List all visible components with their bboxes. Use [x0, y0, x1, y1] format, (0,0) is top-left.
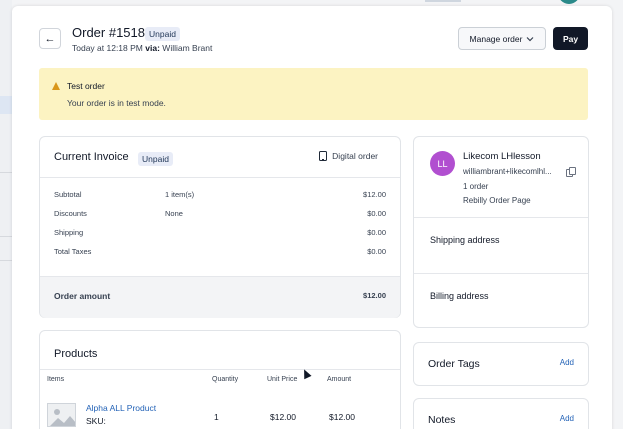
alert-title: Test order: [67, 81, 105, 91]
column-header: Amount: [327, 376, 352, 383]
rail-divider: [0, 172, 12, 173]
invoice-row-label: Discounts: [54, 209, 87, 218]
product-amount: $12.00: [329, 412, 355, 422]
invoice-row-value: $0.00: [367, 247, 386, 256]
manage-order-label: Manage order: [469, 33, 523, 44]
invoice-title: Current Invoice: [54, 151, 129, 163]
customer-order-count: 1 order: [463, 182, 489, 191]
divider: [414, 217, 588, 218]
order-tags-card: Order Tags Add: [413, 342, 589, 386]
tablet-icon: [319, 151, 328, 161]
invoice-status-badge: Unpaid: [138, 152, 173, 166]
order-amount-row: Order amount $12.00: [40, 276, 400, 318]
left-rail: [0, 0, 12, 429]
alert-text: Your order is in test mode.: [67, 98, 166, 108]
rail-divider: [0, 236, 12, 237]
divider: [414, 273, 588, 274]
order-tags-title: Order Tags: [428, 358, 480, 370]
copy-icon[interactable]: [566, 167, 576, 177]
invoice-row: Shipping $0.00: [54, 228, 386, 240]
chevron-down-icon: [527, 36, 534, 41]
notes-title: Notes: [428, 414, 456, 426]
column-header: Unit Price: [267, 376, 298, 383]
order-agent: William Brant: [162, 43, 213, 53]
customer-source: Rebilly Order Page: [463, 196, 531, 205]
invoice-row: Total Taxes $0.00: [54, 247, 386, 259]
product-unit-price: $12.00: [270, 412, 296, 422]
customer-card: LL Likecom LHlesson williambrant+likecom…: [413, 136, 589, 328]
invoice-row: Subtotal 1 item(s) $12.00: [54, 190, 386, 202]
invoice-row-detail: 1 item(s): [165, 190, 195, 199]
customer-name[interactable]: Likecom LHlesson: [463, 151, 541, 162]
image-placeholder-icon: [47, 403, 76, 427]
order-via-label: via:: [145, 43, 160, 53]
top-bar-stub: [425, 0, 461, 2]
pay-button[interactable]: Pay: [553, 27, 588, 50]
rail-divider: [0, 260, 12, 261]
divider: [40, 177, 400, 178]
invoice-row-label: Subtotal: [54, 190, 82, 199]
add-note-link[interactable]: Add: [560, 414, 574, 423]
invoice-row-value: $0.00: [367, 209, 386, 218]
invoice-row-label: Total Taxes: [54, 247, 92, 256]
notes-card: Notes Add: [413, 398, 589, 429]
invoice-row-value: $12.00: [363, 190, 386, 199]
customer-email: williambrant+likecomlhl...: [463, 167, 552, 176]
column-header: Quantity: [212, 376, 239, 383]
order-type: Digital order: [319, 151, 378, 161]
order-timestamp: Today at 12:18 PM: [72, 43, 143, 53]
customer-avatar[interactable]: LL: [430, 151, 455, 176]
billing-address-title: Billing address: [430, 291, 489, 301]
back-button[interactable]: ←: [39, 28, 61, 49]
rail-active-marker: [0, 96, 12, 114]
products-card: Products Items Quantity Unit Price Amoun…: [39, 330, 401, 429]
order-meta: Today at 12:18 PM via: William Brant: [72, 43, 212, 53]
invoice-row-value: $0.00: [367, 228, 386, 237]
product-quantity: 1: [214, 412, 219, 422]
add-tag-link[interactable]: Add: [560, 358, 574, 367]
order-amount-value: $12.00: [363, 291, 386, 300]
manage-order-button[interactable]: Manage order: [458, 27, 546, 50]
user-avatar[interactable]: [558, 0, 580, 4]
invoice-row: Discounts None $0.00: [54, 209, 386, 221]
product-name-link[interactable]: Alpha ALL Product: [86, 403, 156, 413]
product-sku-label: SKU:: [86, 416, 106, 426]
order-amount-label: Order amount: [54, 291, 111, 301]
warning-icon: [52, 82, 60, 90]
page-title: Order #1518: [72, 25, 145, 40]
invoice-row-detail: None: [165, 209, 183, 218]
invoice-row-label: Shipping: [54, 228, 84, 237]
back-arrow-icon: ←: [44, 32, 56, 45]
invoice-card: Current Invoice Unpaid Digital order Sub…: [39, 136, 401, 318]
divider: [40, 369, 400, 370]
shipping-address-title: Shipping address: [430, 235, 500, 245]
order-type-label: Digital order: [332, 151, 378, 161]
status-badge: Unpaid: [145, 27, 180, 41]
test-order-alert: Test order Your order is in test mode.: [39, 68, 588, 120]
column-header: Items: [47, 376, 65, 383]
products-title: Products: [54, 348, 98, 360]
